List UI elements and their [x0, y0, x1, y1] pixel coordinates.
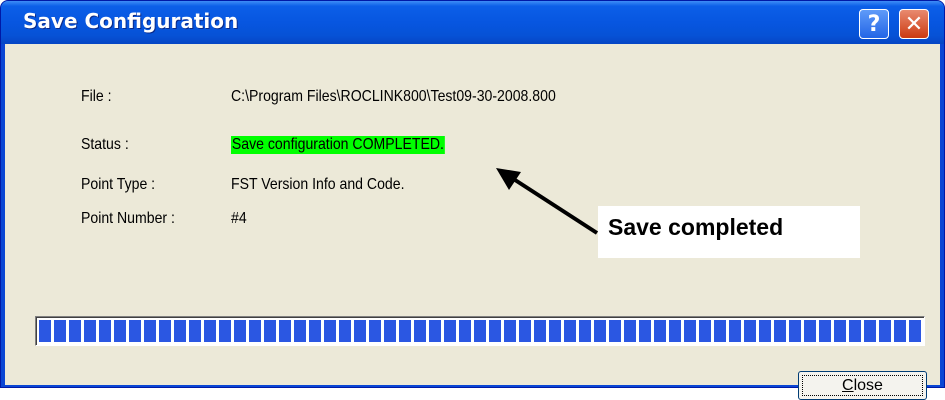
annotation-callout: Save completed	[598, 206, 860, 258]
focus-rectangle	[802, 375, 923, 396]
close-button[interactable]: Close	[798, 371, 927, 400]
save-configuration-window: Save Configuration ? ✕ File : C:\Program…	[0, 0, 945, 400]
title-close-button[interactable]: ✕	[899, 9, 929, 39]
help-icon: ?	[867, 11, 881, 37]
file-label: File :	[81, 88, 112, 105]
point-type-value: FST Version Info and Code.	[231, 176, 405, 193]
progress-fill	[39, 320, 921, 342]
point-number-label: Point Number :	[81, 210, 175, 227]
progress-bar	[35, 316, 925, 346]
point-number-value: #4	[231, 210, 247, 227]
status-value: Save configuration COMPLETED.	[231, 136, 445, 154]
close-icon: ✕	[904, 11, 924, 37]
help-button[interactable]: ?	[859, 9, 889, 39]
status-label: Status :	[81, 136, 129, 153]
point-type-label: Point Type :	[81, 176, 156, 193]
title-bar[interactable]: Save Configuration ? ✕	[1, 1, 944, 44]
file-value: C:\Program Files\ROCLINK800\Test09-30-20…	[231, 88, 556, 105]
window-title: Save Configuration	[23, 9, 239, 33]
